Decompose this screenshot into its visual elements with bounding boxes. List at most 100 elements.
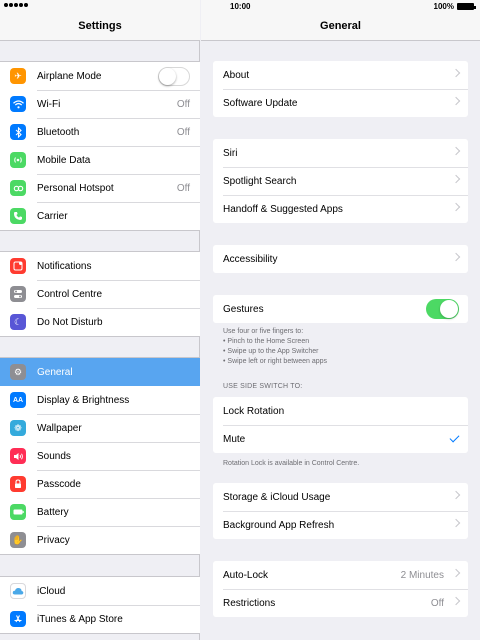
sidebar-item-control-centre[interactable]: Control Centre (0, 280, 200, 308)
chevron-right-icon (451, 596, 461, 606)
chevron-right-icon (451, 96, 461, 106)
checkmark-icon (449, 432, 460, 443)
mobile-data-icon (10, 152, 26, 168)
sidebar-item-carrier[interactable]: Carrier (0, 202, 200, 230)
wifi-icon (10, 96, 26, 112)
chevron-right-icon (451, 202, 461, 212)
sidebar-item-general[interactable]: ⚙ General (0, 358, 200, 386)
restrictions-value: Off (430, 597, 444, 609)
sidebar-item-label: iCloud (37, 585, 66, 597)
chevron-right-icon (451, 490, 461, 500)
sidebar-item-battery[interactable]: Battery (0, 498, 200, 526)
side-switch-group: Lock Rotation Mute (213, 397, 468, 453)
auto-lock-value: 2 Minutes (400, 569, 444, 581)
sidebar-item-display-brightness[interactable]: AA Display & Brightness (0, 386, 200, 414)
notifications-icon (10, 258, 26, 274)
background-app-refresh-row[interactable]: Background App Refresh (213, 511, 468, 539)
accounts-group: iCloud iTunes & App Store (0, 576, 200, 634)
wifi-status-value: Off (176, 98, 190, 110)
sidebar-item-airplane-mode[interactable]: ✈ Airplane Mode (0, 62, 200, 90)
sidebar-item-wifi[interactable]: Wi-Fi Off (0, 90, 200, 118)
hotspot-status-value: Off (176, 182, 190, 194)
gestures-note-line: • Swipe left or right between apps (223, 358, 328, 365)
sidebar-item-label: Do Not Disturb (37, 316, 103, 328)
sidebar-item-label: Carrier (37, 210, 68, 222)
sidebar-item-privacy[interactable]: ✋ Privacy (0, 526, 200, 554)
handoff-row[interactable]: Handoff & Suggested Apps (213, 195, 468, 223)
sidebar-item-label: Privacy (37, 534, 70, 546)
cloud-icon (10, 583, 26, 599)
chevron-right-icon (451, 146, 461, 156)
mute-row[interactable]: Mute (213, 425, 468, 453)
chevron-right-icon (451, 252, 461, 262)
sidebar-item-icloud[interactable]: iCloud (0, 577, 200, 605)
hotspot-icon (10, 180, 26, 196)
battery-percentage: 100% (433, 2, 454, 11)
software-update-row[interactable]: Software Update (213, 89, 468, 117)
sidebar-item-label: Mobile Data (37, 154, 91, 166)
connectivity-group: ✈ Airplane Mode Wi-Fi Off Bluetooth Off … (0, 61, 200, 231)
gestures-note-line: Use four or five fingers to: (223, 328, 304, 335)
handoff-label: Handoff & Suggested Apps (223, 203, 343, 215)
spotlight-search-row[interactable]: Spotlight Search (213, 167, 468, 195)
battery-status-icon (457, 3, 476, 10)
airplane-mode-toggle[interactable] (158, 67, 190, 86)
sidebar-item-label: General (37, 366, 73, 378)
hand-icon: ✋ (10, 532, 26, 548)
sidebar-item-label: Wallpaper (37, 422, 82, 434)
airplane-icon: ✈ (10, 68, 26, 84)
chevron-right-icon (451, 568, 461, 578)
sidebar-item-label: Passcode (37, 478, 81, 490)
side-switch-section-title: USE SIDE SWITCH TO: (223, 383, 303, 390)
accessibility-label: Accessibility (223, 253, 278, 265)
background-app-refresh-label: Background App Refresh (223, 519, 335, 531)
sidebar-item-notifications[interactable]: Notifications (0, 252, 200, 280)
sidebar-item-label: Notifications (37, 260, 92, 272)
gestures-label: Gestures (223, 303, 264, 315)
sidebar-item-do-not-disturb[interactable]: ☾ Do Not Disturb (0, 308, 200, 336)
app-store-icon (10, 611, 26, 627)
auto-lock-label: Auto-Lock (223, 569, 269, 581)
sidebar-item-label: Airplane Mode (37, 70, 102, 82)
sidebar-item-personal-hotspot[interactable]: Personal Hotspot Off (0, 174, 200, 202)
gestures-note-line: • Swipe up to the App Switcher (223, 348, 319, 355)
control-centre-icon (10, 286, 26, 302)
accessibility-row[interactable]: Accessibility (213, 245, 468, 273)
about-label: About (223, 69, 250, 81)
chevron-right-icon (451, 518, 461, 528)
sidebar-item-itunes-app-store[interactable]: iTunes & App Store (0, 605, 200, 633)
rotation-lock-note: Rotation Lock is available in Control Ce… (223, 460, 360, 467)
about-row[interactable]: About (213, 61, 468, 89)
detail-title: General (320, 20, 361, 32)
bluetooth-status-value: Off (176, 126, 190, 138)
mute-label: Mute (223, 433, 246, 445)
general-group: ⚙ General AA Display & Brightness ❁ Wall… (0, 357, 200, 555)
notifications-group: Notifications Control Centre ☾ Do Not Di… (0, 251, 200, 337)
sidebar-item-bluetooth[interactable]: Bluetooth Off (0, 118, 200, 146)
settings-master-pane: Settings ✈ Airplane Mode Wi-Fi Off Bluet… (0, 0, 200, 640)
chevron-right-icon (451, 68, 461, 78)
restrictions-row[interactable]: Restrictions Off (213, 589, 468, 617)
bluetooth-icon (10, 124, 26, 140)
sidebar-item-sounds[interactable]: Sounds (0, 442, 200, 470)
status-time: 10:00 (230, 2, 251, 11)
gestures-toggle[interactable] (426, 299, 459, 319)
wallpaper-icon: ❁ (10, 420, 26, 436)
gestures-row: Gestures (213, 295, 468, 323)
lock-rotation-row[interactable]: Lock Rotation (213, 397, 468, 425)
siri-row[interactable]: Siri (213, 139, 468, 167)
restrictions-label: Restrictions (223, 597, 276, 609)
sidebar-item-passcode[interactable]: Passcode (0, 470, 200, 498)
sidebar-item-wallpaper[interactable]: ❁ Wallpaper (0, 414, 200, 442)
status-bar: 10:00 100% (0, 0, 480, 12)
sidebar-item-label: Display & Brightness (37, 394, 130, 406)
siri-label: Siri (223, 147, 238, 159)
software-update-label: Software Update (223, 97, 298, 109)
auto-lock-row[interactable]: Auto-Lock 2 Minutes (213, 561, 468, 589)
sidebar-item-label: Control Centre (37, 288, 103, 300)
sidebar-item-mobile-data[interactable]: Mobile Data (0, 146, 200, 174)
storage-row[interactable]: Storage & iCloud Usage (213, 483, 468, 511)
signal-strength-icon (4, 3, 28, 7)
moon-icon: ☾ (10, 314, 26, 330)
speaker-icon (10, 448, 26, 464)
